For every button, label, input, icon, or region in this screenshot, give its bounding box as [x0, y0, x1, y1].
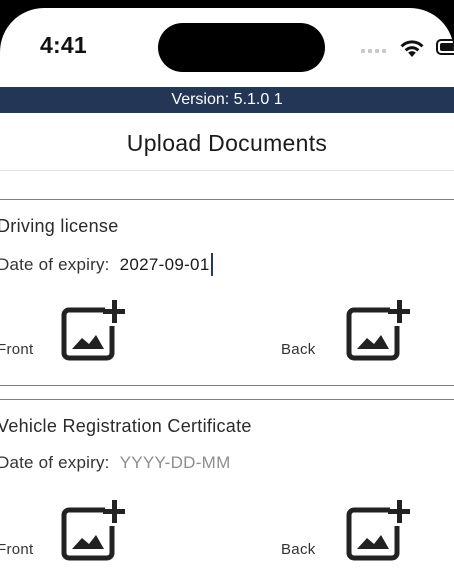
- document-title: Driving license: [0, 216, 119, 236]
- version-bar: Version: 5.1.0 1: [0, 87, 454, 113]
- upload-front-button[interactable]: [61, 500, 125, 562]
- document-card-vehicle-registration: Vehicle Registration Certificate Date of…: [0, 399, 454, 576]
- expiry-label: Date of expiry:: [0, 254, 110, 274]
- front-label: Front: [0, 341, 34, 358]
- expiry-row: Date of expiry: 2027-09-01: [0, 253, 213, 276]
- app-screen: 4:41 Version: 5.1.0 1 ‹ Upload Documents…: [0, 8, 454, 576]
- wifi-icon: [400, 40, 424, 57]
- upload-front-button[interactable]: [61, 300, 125, 362]
- add-photo-icon: [346, 500, 410, 561]
- back-label: Back: [281, 341, 316, 358]
- status-bar: 4:41: [0, 8, 454, 86]
- upload-back-button[interactable]: [346, 300, 410, 362]
- status-time: 4:41: [40, 32, 87, 58]
- front-label: Front: [0, 541, 34, 558]
- add-photo-icon: [61, 300, 125, 361]
- page-title: Upload Documents: [126, 130, 328, 156]
- expiry-row: Date of expiry:: [0, 453, 260, 473]
- page-header: ‹ Upload Documents: [0, 113, 454, 171]
- document-card-driving-license: Driving license Date of expiry: 2027-09-…: [0, 199, 454, 386]
- add-photo-icon: [61, 500, 125, 561]
- expiry-date-value[interactable]: 2027-09-01: [120, 255, 210, 275]
- cellular-signal-icon: [361, 49, 386, 53]
- upload-back-button[interactable]: [346, 500, 410, 562]
- add-photo-icon: [346, 300, 410, 361]
- expiry-label: Date of expiry:: [0, 453, 110, 472]
- back-label: Back: [281, 541, 316, 558]
- battery-icon: [436, 39, 454, 55]
- expiry-date-input[interactable]: [119, 453, 260, 473]
- expiry-date-field[interactable]: 2027-09-01: [120, 253, 213, 276]
- document-title: Vehicle Registration Certificate: [0, 416, 252, 436]
- text-caret: [210, 253, 213, 276]
- dynamic-island: [158, 23, 325, 72]
